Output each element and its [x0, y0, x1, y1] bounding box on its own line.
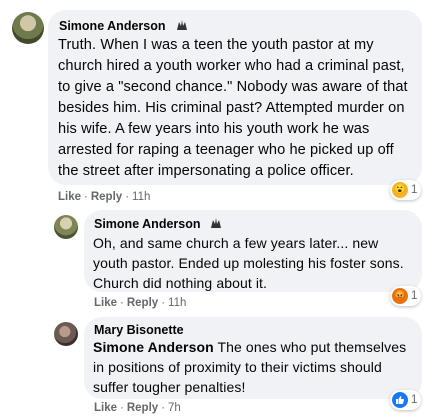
comment-time[interactable]: 7h: [168, 402, 181, 414]
comment-author[interactable]: Simone Anderson: [94, 217, 201, 231]
like-thumb-icon: [392, 392, 408, 408]
avatar[interactable]: [12, 12, 44, 44]
angry-emoji-icon: 😡: [392, 288, 408, 304]
avatar[interactable]: [54, 322, 78, 346]
comment-actions: Like · Reply · 11h: [58, 191, 151, 203]
like-button[interactable]: Like: [94, 297, 117, 309]
comment-time[interactable]: 11h: [168, 297, 186, 309]
reply-bubble: Simone Anderson Oh, and same church a fe…: [84, 210, 422, 292]
comment-author[interactable]: Mary Bisonette: [94, 323, 184, 337]
mention-link[interactable]: Simone Anderson: [93, 339, 214, 355]
top-fan-badge-icon: [211, 218, 221, 228]
reply-bubble: Mary Bisonette Simone Anderson The ones …: [84, 317, 422, 399]
reaction-count: 1: [411, 184, 418, 196]
comment-time[interactable]: 11h: [132, 191, 150, 203]
comment-actions: Like · Reply · 11h: [94, 297, 187, 309]
wow-emoji-icon: 😮: [392, 182, 408, 198]
reaction-summary[interactable]: 😮 1: [390, 180, 422, 200]
comment-bubble: Simone Anderson Truth. When I was a teen…: [48, 10, 422, 185]
reaction-summary[interactable]: 😡 1: [390, 286, 422, 306]
reply-button[interactable]: Reply: [127, 402, 158, 414]
reaction-count: 1: [411, 394, 418, 406]
comment-text: Oh, and same church a few years later...…: [93, 235, 404, 291]
comment-text: Simone Anderson The ones who put themsel…: [93, 337, 413, 397]
like-button[interactable]: Like: [94, 402, 117, 414]
comment-text: Truth. When I was a teen the youth pasto…: [58, 37, 408, 179]
reply-button[interactable]: Reply: [91, 191, 122, 203]
avatar[interactable]: [54, 215, 78, 239]
like-button[interactable]: Like: [58, 191, 81, 203]
top-fan-badge-icon: [177, 20, 187, 30]
comment-actions: Like · Reply · 7h: [94, 402, 181, 414]
reaction-count: 1: [411, 290, 418, 302]
comment-author[interactable]: Simone Anderson: [59, 19, 166, 33]
reply-button[interactable]: Reply: [127, 297, 158, 309]
reaction-summary[interactable]: 1: [390, 390, 422, 410]
